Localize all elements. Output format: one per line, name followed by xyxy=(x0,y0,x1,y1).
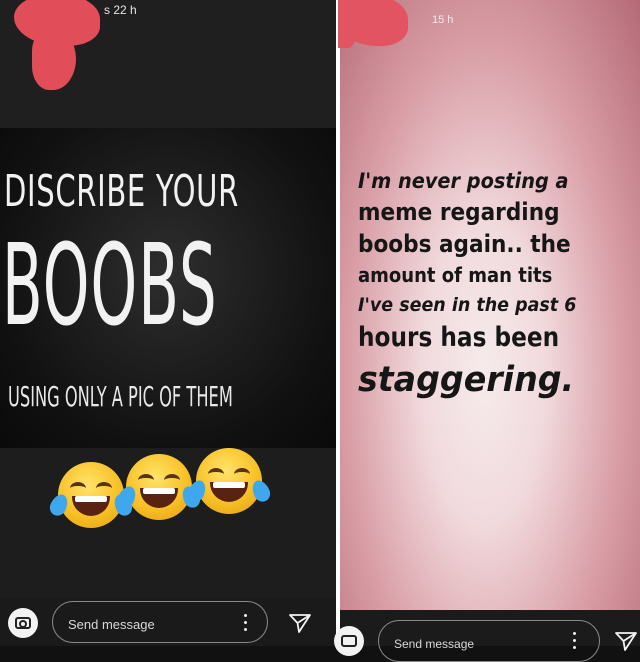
camera-icon[interactable] xyxy=(8,608,38,638)
story-text-line: hours has been xyxy=(358,322,560,353)
send-message-placeholder: Send message xyxy=(68,617,155,632)
story-text-line: I'm never posting a xyxy=(358,169,569,193)
story-text-line: staggering. xyxy=(358,360,575,400)
story-text-line: amount of man tits xyxy=(358,263,553,287)
redacted-username-mark xyxy=(338,0,358,48)
meme-subline: USING ONLY A PIC OF THEM xyxy=(8,380,233,413)
send-icon[interactable] xyxy=(614,630,638,652)
send-message-placeholder: Send message xyxy=(394,637,475,651)
story-time-ago: 15 h xyxy=(432,14,454,26)
send-icon[interactable] xyxy=(288,612,312,634)
emoji-row xyxy=(47,448,278,532)
story-time-ago: s 22 h xyxy=(104,3,137,17)
meme-headline: DISCRIBE YOUR xyxy=(4,166,239,217)
meme-big-word: BOOBS xyxy=(2,221,218,351)
laughing-crying-emoji-icon xyxy=(115,454,203,520)
laughing-crying-emoji-icon xyxy=(47,462,135,528)
story-text-line: I've seen in the past 6 xyxy=(358,294,577,316)
more-options-icon[interactable] xyxy=(573,632,577,650)
story-text-line: meme regarding xyxy=(358,198,560,226)
story-text-block: I'm never posting a meme regarding boobs… xyxy=(358,166,640,404)
more-options-icon[interactable] xyxy=(244,614,248,632)
camera-icon[interactable] xyxy=(334,626,364,656)
laughing-crying-emoji-icon xyxy=(185,448,273,514)
right-story-panel: I'm never posting a meme regarding boobs… xyxy=(340,0,640,646)
story-text-line: boobs again.. the xyxy=(358,230,571,258)
